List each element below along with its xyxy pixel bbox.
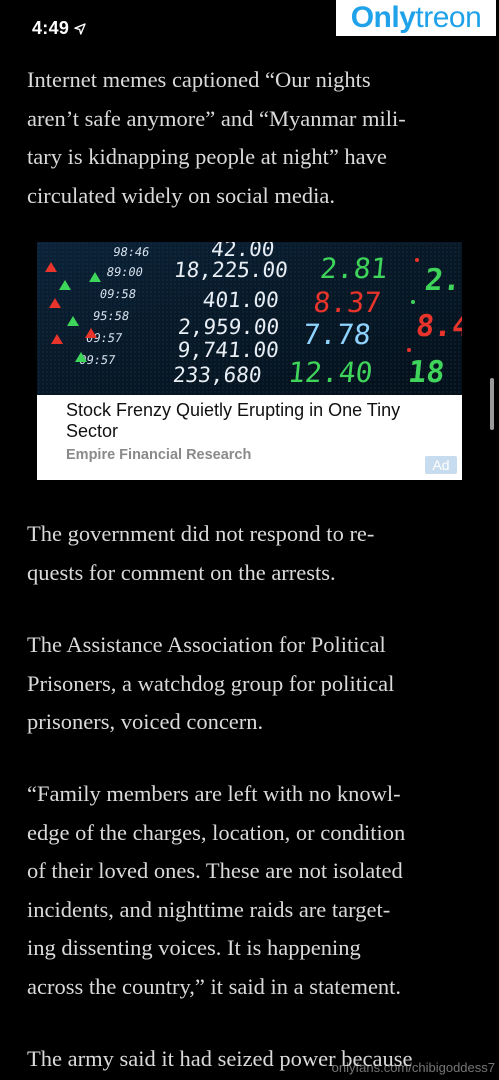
ad-image-left-num: 89:00	[105, 265, 144, 279]
watermark-part2: treon	[415, 1, 482, 34]
time-text: 4:49	[32, 18, 70, 38]
article-paragraph: Internet memes captioned “Our nights are…	[27, 67, 406, 208]
ad-image-white-num: 9,741.00	[176, 337, 280, 362]
ad-image-left-num: 98:46	[112, 245, 151, 259]
location-arrow-icon	[74, 22, 86, 35]
watermark-logo: Only treon	[336, 0, 496, 36]
scrollbar-thumb[interactable]	[490, 378, 494, 430]
ad-image-white-num: 2,959.00	[177, 314, 281, 339]
status-bar-time: 4:49	[32, 18, 86, 39]
ad-image-green-num: 12.40	[287, 356, 375, 389]
ad-image-stock-ticker[interactable]: 98:46 89:00 09:58 95:58 09:57 09:57 42.0…	[37, 242, 462, 395]
watermark-part1: Only	[350, 1, 416, 34]
ad-image-green-num: 2.81	[318, 252, 389, 285]
ad-image-blue-num: 7.78	[302, 318, 373, 351]
article-paragraph: “Family members are left with no knowl- …	[27, 781, 406, 999]
ad-card[interactable]: 98:46 89:00 09:58 95:58 09:57 09:57 42.0…	[37, 242, 462, 480]
ad-image-right-num: 8.4	[414, 309, 462, 344]
ad-image-left-num: 95:58	[92, 309, 131, 323]
ad-headline[interactable]: Stock Frenzy Quietly Erupting in One Tin…	[66, 400, 436, 442]
ad-image-white-num: 18,225.00	[173, 257, 289, 282]
ad-badge[interactable]: Ad	[425, 456, 457, 474]
ad-image-left-num: 09:58	[99, 287, 138, 301]
article-paragraph: The government did not respond to re- qu…	[27, 521, 375, 585]
ad-sponsor-name[interactable]: Empire Financial Research	[66, 447, 251, 463]
article-paragraph: The Assistance Association for Political…	[27, 632, 395, 734]
ad-image-white-num: 233,680	[172, 362, 263, 387]
ad-image-right-num: 18	[406, 355, 446, 390]
ad-image-right-num: 2.	[423, 263, 462, 298]
bottom-watermark: onlyfans.com/chibigoddess7	[331, 1060, 495, 1075]
ad-image-red-num: 8.37	[312, 286, 383, 319]
ad-image-white-num: 401.00	[202, 287, 280, 312]
